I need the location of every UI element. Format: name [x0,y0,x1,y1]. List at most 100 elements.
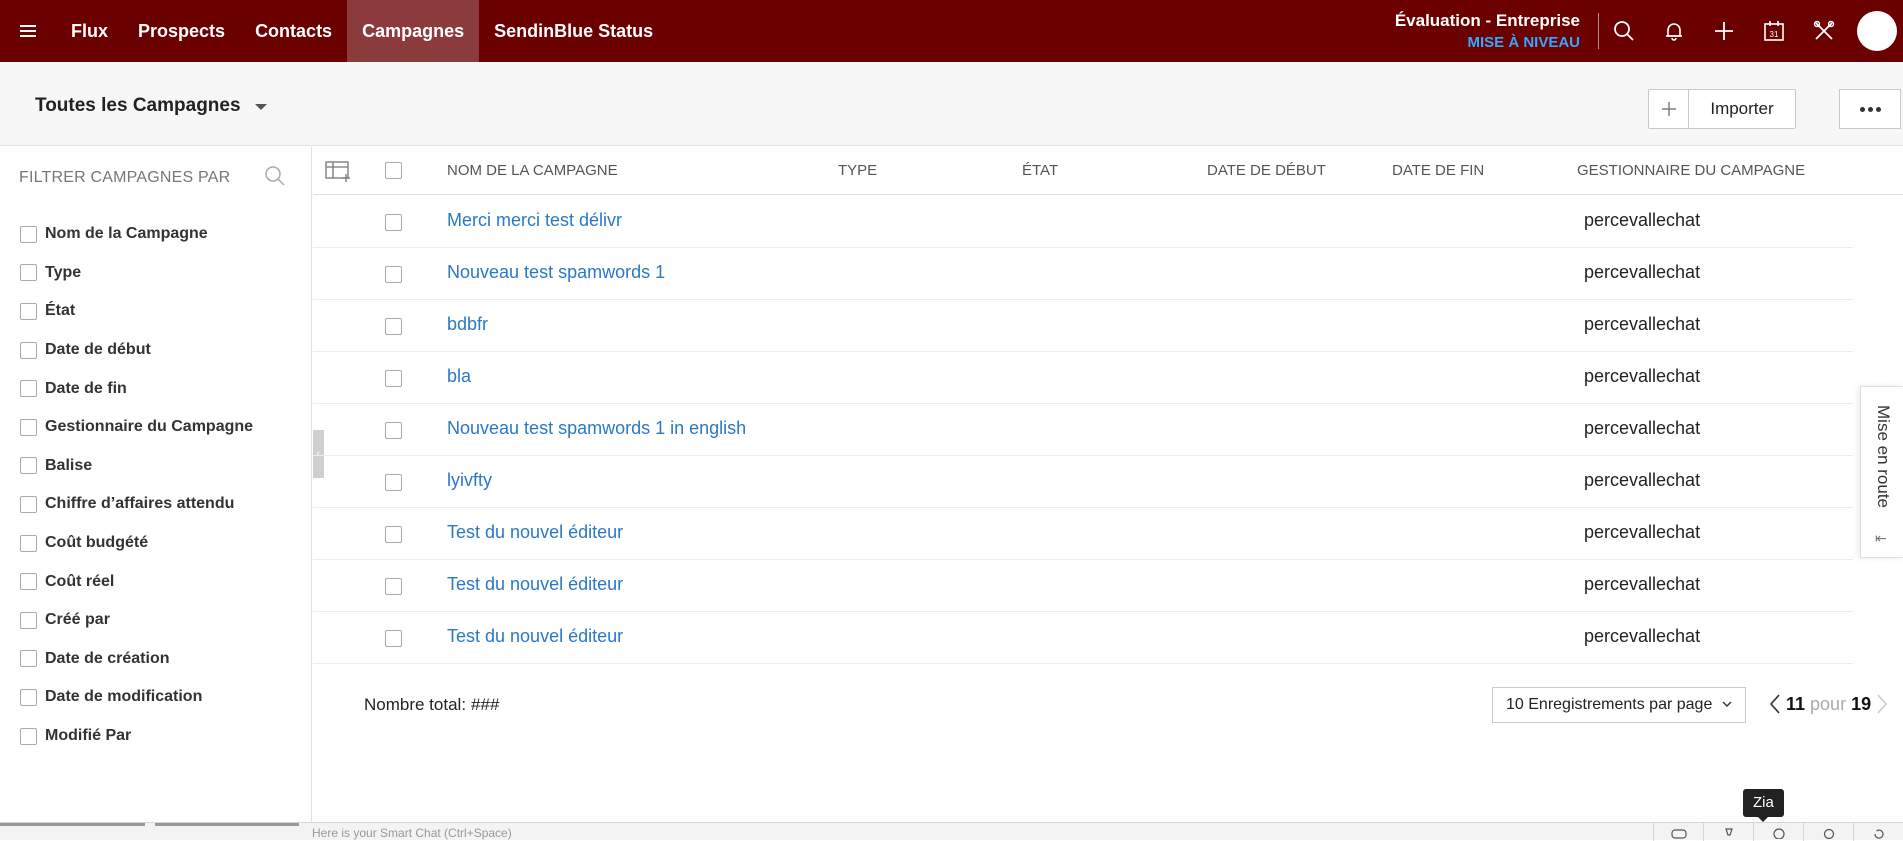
campaign-name-link[interactable]: Nouveau test spamwords 1 [447,262,665,283]
table-body: Merci merci test délivr percevallechat No… [313,196,1853,664]
column-header-start-date[interactable]: DATE DE DÉBUT [1207,162,1326,179]
row-checkbox[interactable] [385,630,402,647]
menu-icon[interactable] [0,0,56,62]
filter-item[interactable]: Date de début [20,331,253,370]
filter-checkbox[interactable] [20,688,37,706]
filter-checkbox[interactable] [20,534,37,552]
filter-label: État [45,302,76,320]
chevron-down-icon [254,104,267,110]
campaign-owner: percevallechat [1584,522,1701,542]
import-button[interactable]: Importer [1689,90,1795,128]
row-checkbox[interactable] [385,214,402,231]
filter-item[interactable]: Chiffre d’affaires attendu [20,485,253,524]
filter-label: Type [45,263,82,281]
filter-item[interactable]: Date de création [20,640,253,679]
column-header-type[interactable]: TYPE [838,162,877,179]
tools-icon[interactable] [1799,0,1849,62]
create-campaign-button[interactable] [1649,90,1689,128]
row-checkbox[interactable] [385,318,402,335]
column-header-owner[interactable]: GESTIONNAIRE DU CAMPAGNE [1577,162,1805,179]
chevron-right-icon[interactable] [1875,693,1889,715]
filter-checkbox[interactable] [20,418,37,436]
filter-item[interactable]: Gestionnaire du Campagne [20,408,253,447]
bottom-tab-chats[interactable] [0,823,145,841]
row-checkbox[interactable] [385,526,402,543]
filter-sidebar: FILTRER CAMPAGNES PAR Nom de la Campagne… [0,147,312,822]
plus-icon[interactable] [1699,0,1749,62]
filter-checkbox[interactable] [20,573,37,591]
custom-view-select[interactable]: Toutes les Campagnes [35,95,267,117]
select-all-checkbox[interactable] [385,162,402,179]
campaign-name-link[interactable]: Nouveau test spamwords 1 in english [447,418,746,439]
total-count-label: Nombre total: [364,695,467,714]
column-header-name[interactable]: NOM DE LA CAMPAGNE [447,162,618,179]
filter-checkbox[interactable] [20,650,37,668]
filter-item[interactable]: Balise [20,447,253,486]
upgrade-link[interactable]: MISE À NIVEAU [1395,34,1580,51]
filter-item[interactable]: Coût budgété [20,524,253,563]
gamepad-icon[interactable] [1653,823,1703,841]
tab-contacts[interactable]: Contacts [240,0,347,62]
campaign-name-link[interactable]: bdbfr [447,314,488,335]
chevron-left-icon[interactable] [1768,693,1782,715]
tab-flux[interactable]: Flux [56,0,123,62]
getting-started-drawer[interactable]: Mise en route ⇤ [1860,386,1903,558]
campaign-owner: percevallechat [1584,470,1701,490]
filter-item[interactable]: Nom de la Campagne [20,215,253,254]
pin-icon[interactable] [1703,823,1753,841]
search-icon[interactable] [1599,0,1649,62]
total-count-value[interactable]: ### [471,695,499,714]
campaign-name-link[interactable]: Test du nouvel éditeur [447,574,623,595]
filter-checkbox[interactable] [20,380,37,398]
filter-item[interactable]: Date de fin [20,369,253,408]
filter-item[interactable]: Type [20,254,253,293]
table-row: Nouveau test spamwords 1 percevallechat [313,248,1853,300]
filter-item[interactable]: Modifié Par [20,717,253,756]
row-checkbox[interactable] [385,578,402,595]
bell-icon[interactable] [1649,0,1699,62]
tab-sendinblue-status[interactable]: SendinBlue Status [479,0,668,62]
filter-checkbox[interactable] [20,727,37,745]
filter-checkbox[interactable] [20,611,37,629]
search-icon[interactable] [264,165,286,192]
filter-checkbox[interactable] [20,302,37,320]
column-header-state[interactable]: ÉTAT [1022,162,1058,179]
filter-item[interactable]: État [20,292,253,331]
filter-checkbox[interactable] [20,341,37,359]
row-checkbox[interactable] [385,370,402,387]
avatar[interactable] [1857,11,1897,51]
history-icon[interactable] [1853,823,1903,841]
tab-prospects[interactable]: Prospects [123,0,240,62]
zia-icon[interactable] [1753,823,1803,841]
tab-campagnes[interactable]: Campagnes [347,0,480,62]
filter-checkbox[interactable] [20,457,37,475]
filter-checkbox[interactable] [20,495,37,513]
more-actions-button[interactable] [1839,89,1901,129]
campaign-name-link[interactable]: lyivfty [447,470,492,491]
filter-item[interactable]: Créé par [20,601,253,640]
campaign-name-link[interactable]: Test du nouvel éditeur [447,522,623,543]
row-checkbox[interactable] [385,422,402,439]
column-settings-icon[interactable] [325,160,351,187]
filter-title: FILTRER CAMPAGNES PAR [19,169,231,186]
filter-item[interactable]: Date de modification [20,678,253,717]
table-row: Merci merci test délivr percevallechat [313,196,1853,248]
column-header-end-date[interactable]: DATE DE FIN [1392,162,1484,179]
alarm-icon[interactable] [1803,823,1853,841]
campaign-name-link[interactable]: Test du nouvel éditeur [447,626,623,647]
bottom-tab-contacts[interactable] [155,823,299,841]
bottom-bar: Here is your Smart Chat (Ctrl+Space) [0,822,1903,841]
filter-checkbox[interactable] [20,225,37,243]
filter-item[interactable]: Coût réel [20,562,253,601]
table-row: lyivfty percevallechat [313,456,1853,508]
row-checkbox[interactable] [385,474,402,491]
campaign-name-link[interactable]: bla [447,366,471,387]
smart-chat-input[interactable]: Here is your Smart Chat (Ctrl+Space) [312,826,512,840]
row-checkbox[interactable] [385,266,402,283]
calendar-icon[interactable]: 31 [1749,0,1799,62]
filter-checkbox[interactable] [20,264,37,282]
campaign-owner: percevallechat [1584,626,1701,646]
records-per-page-select[interactable]: 10 Enregistrements par page [1492,687,1746,723]
filter-label: Nom de la Campagne [45,225,208,243]
campaign-name-link[interactable]: Merci merci test délivr [447,210,622,231]
